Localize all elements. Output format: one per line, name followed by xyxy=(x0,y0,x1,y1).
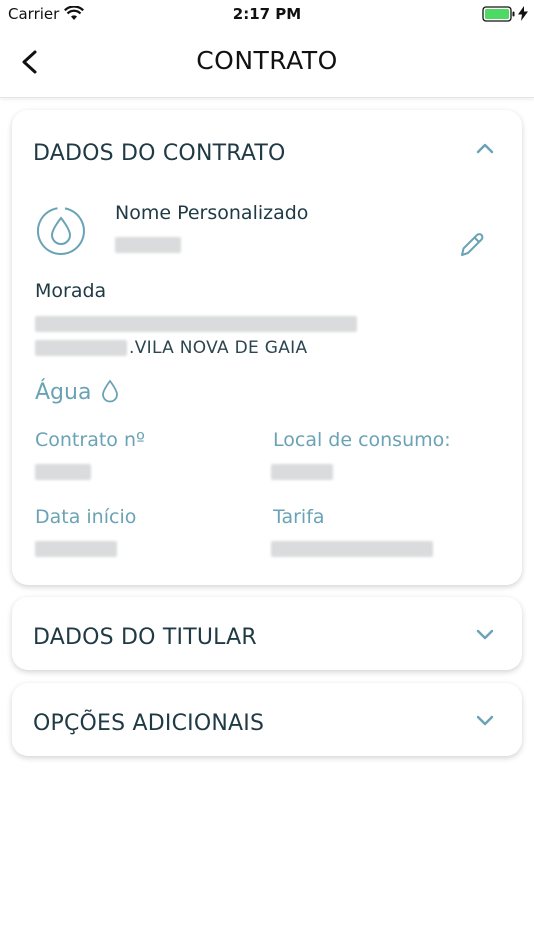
water-drop-circle-icon xyxy=(36,207,85,255)
chevron-down-icon[interactable] xyxy=(476,714,494,726)
tariff-value-redacted xyxy=(271,541,433,557)
chevron-up-icon[interactable] xyxy=(476,142,494,154)
address-city: .VILA NOVA DE GAIA xyxy=(129,338,308,358)
contract-data-title[interactable]: DADOS DO CONTRATO xyxy=(33,141,286,166)
navigation-bar: CONTRATO xyxy=(0,28,534,98)
battery-icon xyxy=(482,6,515,22)
custom-name-label: Nome Personalizado xyxy=(115,202,309,224)
status-bar: Carrier 2:17 PM xyxy=(0,0,534,28)
consumption-place-label: Local de consumo: xyxy=(273,429,451,451)
start-date-label: Data início xyxy=(35,506,137,528)
page-title: CONTRATO xyxy=(196,46,338,75)
charging-bolt-icon xyxy=(518,6,528,21)
contract-number-label: Contrato nº xyxy=(35,429,145,451)
water-drop-icon xyxy=(102,379,118,403)
start-date-value-redacted xyxy=(35,541,117,557)
clock: 2:17 PM xyxy=(232,5,302,23)
address-line2-redacted xyxy=(35,340,127,356)
contract-number-value-redacted xyxy=(35,464,91,480)
chevron-down-icon[interactable] xyxy=(476,628,494,640)
holder-data-card[interactable]: DADOS DO TITULAR xyxy=(12,597,522,670)
service-type-label: Água xyxy=(35,380,92,405)
contract-data-card: DADOS DO CONTRATO Nome Personalizado Mor… xyxy=(12,110,522,585)
consumption-place-value-redacted xyxy=(271,464,333,480)
holder-data-title[interactable]: DADOS DO TITULAR xyxy=(33,625,257,650)
pencil-edit-icon[interactable] xyxy=(458,231,486,259)
additional-options-card[interactable]: OPÇÕES ADICIONAIS xyxy=(12,683,522,756)
custom-name-value-redacted xyxy=(115,237,181,253)
address-label: Morada xyxy=(35,280,107,302)
address-line1-redacted xyxy=(35,316,357,332)
tariff-label: Tarifa xyxy=(273,506,325,528)
additional-options-title[interactable]: OPÇÕES ADICIONAIS xyxy=(33,711,264,736)
